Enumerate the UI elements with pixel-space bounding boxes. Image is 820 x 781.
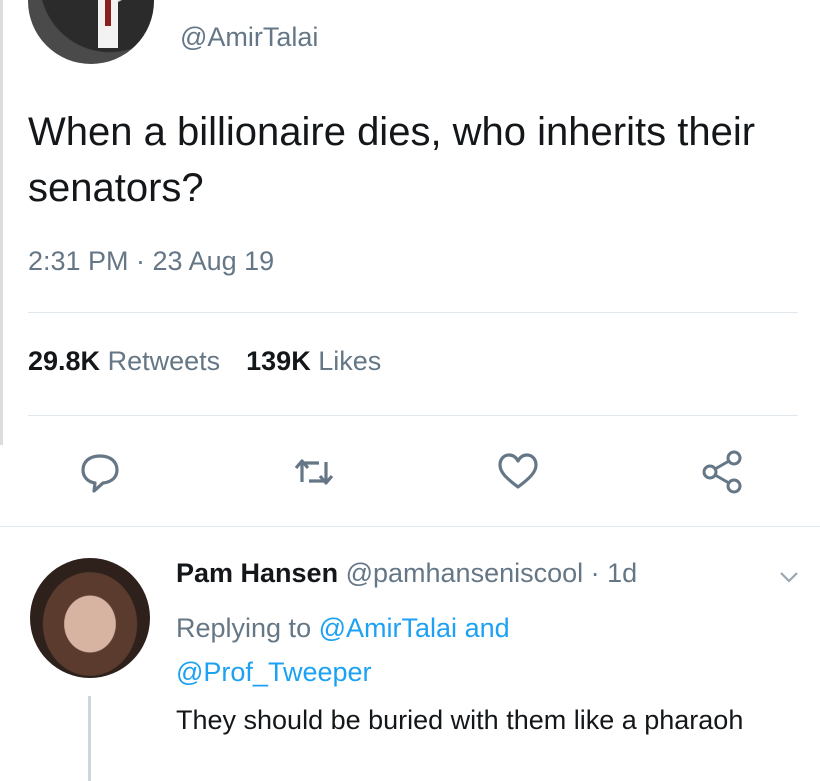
divider: [28, 312, 798, 313]
reply-header: Pam Hansen @pamhanseniscool · 1d: [176, 558, 637, 589]
likes-stat[interactable]: 139K Likes: [246, 346, 381, 376]
divider: [0, 526, 820, 527]
replying-user-link[interactable]: @AmirTalai: [319, 613, 457, 643]
replying-to: Replying to @AmirTalai and @Prof_Tweeper: [176, 606, 796, 694]
tweet-timestamp[interactable]: 2:31 PM · 23 Aug 19: [28, 246, 274, 277]
author-avatar[interactable]: [28, 0, 154, 64]
chevron-down-icon: [780, 572, 798, 583]
thread-line: [88, 696, 91, 781]
likes-count: 139K: [246, 346, 311, 376]
likes-label: Likes: [318, 346, 382, 376]
author-handle[interactable]: @AmirTalai: [180, 22, 318, 53]
share-icon: [702, 450, 742, 494]
like-button[interactable]: [496, 446, 540, 498]
more-options-button[interactable]: [778, 570, 800, 589]
reply-time[interactable]: · 1d: [591, 558, 638, 588]
retweet-button[interactable]: [292, 446, 336, 498]
retweets-label: Retweets: [107, 346, 221, 376]
reply-author-name[interactable]: Pam Hansen: [176, 558, 338, 588]
page-edge: [0, 0, 3, 445]
reply-avatar[interactable]: [30, 558, 150, 678]
tweet-stats: 29.8K Retweets 139K Likes: [28, 346, 381, 377]
retweet-icon: [294, 459, 334, 485]
reply-icon: [81, 454, 119, 493]
reply-button[interactable]: [78, 446, 122, 498]
replying-user-link[interactable]: @Prof_Tweeper: [176, 657, 372, 687]
like-icon: [498, 453, 538, 489]
action-bar: [0, 446, 820, 498]
divider: [28, 415, 798, 416]
tweet-text: When a billionaire dies, who inherits th…: [28, 110, 756, 210]
avatar-tie: [105, 0, 111, 26]
share-button[interactable]: [700, 446, 744, 498]
retweets-stat[interactable]: 29.8K Retweets: [28, 346, 220, 376]
reply-author-handle[interactable]: @pamhanseniscool: [346, 558, 584, 588]
reply-text: They should be buried with them like a p…: [176, 705, 744, 735]
replying-and: and: [464, 613, 510, 643]
replying-prefix: Replying to: [176, 613, 312, 643]
retweets-count: 29.8K: [28, 346, 101, 376]
